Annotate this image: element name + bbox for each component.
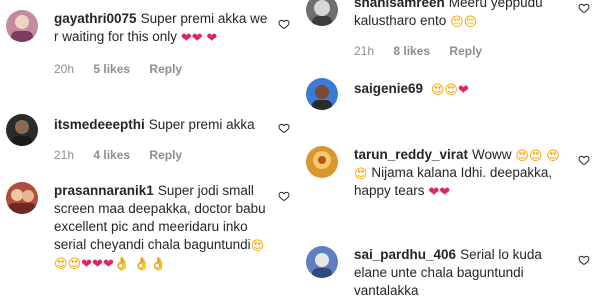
like-heart-icon[interactable] xyxy=(578,2,590,14)
heart-emoji: ❤ xyxy=(180,30,192,45)
comment-body: gayathri0075 Super premi akka we r waitin… xyxy=(54,10,270,78)
heart-eyes-emoji: 😍 xyxy=(444,82,458,97)
like-heart-icon[interactable] xyxy=(278,122,290,134)
heart-emoji: ❤ xyxy=(439,184,451,199)
reply-button[interactable]: Reply xyxy=(149,148,182,162)
heart-emoji: ❤ xyxy=(428,184,440,199)
avatar[interactable] xyxy=(306,0,338,26)
heart-emoji: ❤ xyxy=(92,256,103,271)
avatar-image xyxy=(6,182,38,214)
pensive-face-emoji: 😔 xyxy=(450,14,464,29)
comment-text: Woww xyxy=(472,147,512,162)
avatar[interactable] xyxy=(6,114,38,146)
avatar-image xyxy=(306,78,338,110)
comment-body: prasannaranik1 Super jodi small screen ma… xyxy=(54,182,270,272)
comments-column-right: shahisamreen Meeru yeppudu kalustharo ent… xyxy=(300,0,596,300)
reply-button[interactable]: Reply xyxy=(149,62,182,76)
like-heart-icon[interactable] xyxy=(578,154,590,166)
comment-meta: 21h 8 likes Reply xyxy=(354,42,570,60)
like-heart-icon[interactable] xyxy=(278,190,290,202)
ok-hand-emoji: 👌 xyxy=(133,256,150,271)
heart-eyes-emoji: 😍 xyxy=(528,148,543,163)
heart-eyes-emoji: 😍 xyxy=(54,256,68,271)
ok-hand-emoji: 👌 xyxy=(113,256,131,271)
comment-body: tarun_reddy_virat Woww 😍😍 😍😍 Nijama kalan… xyxy=(354,146,570,200)
comment-time[interactable]: 21h xyxy=(354,44,374,58)
heart-emoji: ❤ xyxy=(206,30,218,45)
avatar-image xyxy=(306,146,338,178)
heart-eyes-emoji: 😍 xyxy=(354,166,368,181)
heart-eyes-emoji: 😍 xyxy=(430,82,445,97)
comment-text: Super premi akka xyxy=(148,117,255,132)
heart-eyes-emoji: 😍 xyxy=(546,148,560,163)
username-link[interactable]: itsmedeeepthi xyxy=(54,117,145,132)
username-link[interactable]: sai_pardhu_406 xyxy=(354,247,456,262)
comment-text-continued: Nijama kalana Idhi. deepakka, happy tear… xyxy=(354,165,553,198)
username-link[interactable]: tarun_reddy_virat xyxy=(354,147,468,162)
comments-column-left: gayathri0075 Super premi akka we r waitin… xyxy=(0,0,296,300)
likes-count[interactable]: 5 likes xyxy=(93,62,130,76)
username-link[interactable]: shahisamreen xyxy=(354,0,445,10)
heart-emoji: ❤ xyxy=(102,256,114,271)
likes-count[interactable]: 8 likes xyxy=(393,44,430,58)
like-heart-icon[interactable] xyxy=(278,18,290,30)
comment-body: itsmedeeepthi Super premi akka 21h 4 like… xyxy=(54,116,270,164)
username-link[interactable]: prasannaranik1 xyxy=(54,183,154,198)
avatar[interactable] xyxy=(306,78,338,110)
comment-meta: 20h 5 likes Reply xyxy=(54,60,270,78)
pensive-face-emoji: 😔 xyxy=(463,14,478,29)
comment-body: sai_pardhu_406 Serial lo kuda elane unte … xyxy=(354,246,570,300)
username-link[interactable]: saigenie69 xyxy=(354,81,423,96)
heart-emoji: ❤ xyxy=(81,256,93,271)
avatar-image xyxy=(6,114,38,146)
avatar-image xyxy=(306,0,338,26)
comment-body: shahisamreen Meeru yeppudu kalustharo ent… xyxy=(354,0,570,60)
username-link[interactable]: gayathri0075 xyxy=(54,11,137,26)
comment-time[interactable]: 20h xyxy=(54,62,74,76)
reply-button[interactable]: Reply xyxy=(449,44,482,58)
heart-eyes-emoji: 😍 xyxy=(67,256,82,271)
heart-emoji: ❤ xyxy=(457,82,469,97)
avatar-image xyxy=(306,246,338,278)
avatar[interactable] xyxy=(306,146,338,178)
avatar[interactable] xyxy=(6,10,38,42)
comment-time[interactable]: 21h xyxy=(54,148,74,162)
heart-eyes-emoji: 😍 xyxy=(515,148,529,163)
avatar[interactable] xyxy=(306,246,338,278)
heart-eyes-emoji: 😍 xyxy=(250,238,265,253)
avatar-image xyxy=(6,10,38,42)
comment-meta: 21h 4 likes Reply xyxy=(54,146,270,164)
ok-hand-emoji: 👌 xyxy=(149,256,167,271)
comment-body: saigenie69 😍😍❤ xyxy=(354,80,570,98)
heart-emoji: ❤ xyxy=(191,30,203,45)
like-heart-icon[interactable] xyxy=(578,254,590,266)
avatar[interactable] xyxy=(6,182,38,214)
likes-count[interactable]: 4 likes xyxy=(93,148,130,162)
